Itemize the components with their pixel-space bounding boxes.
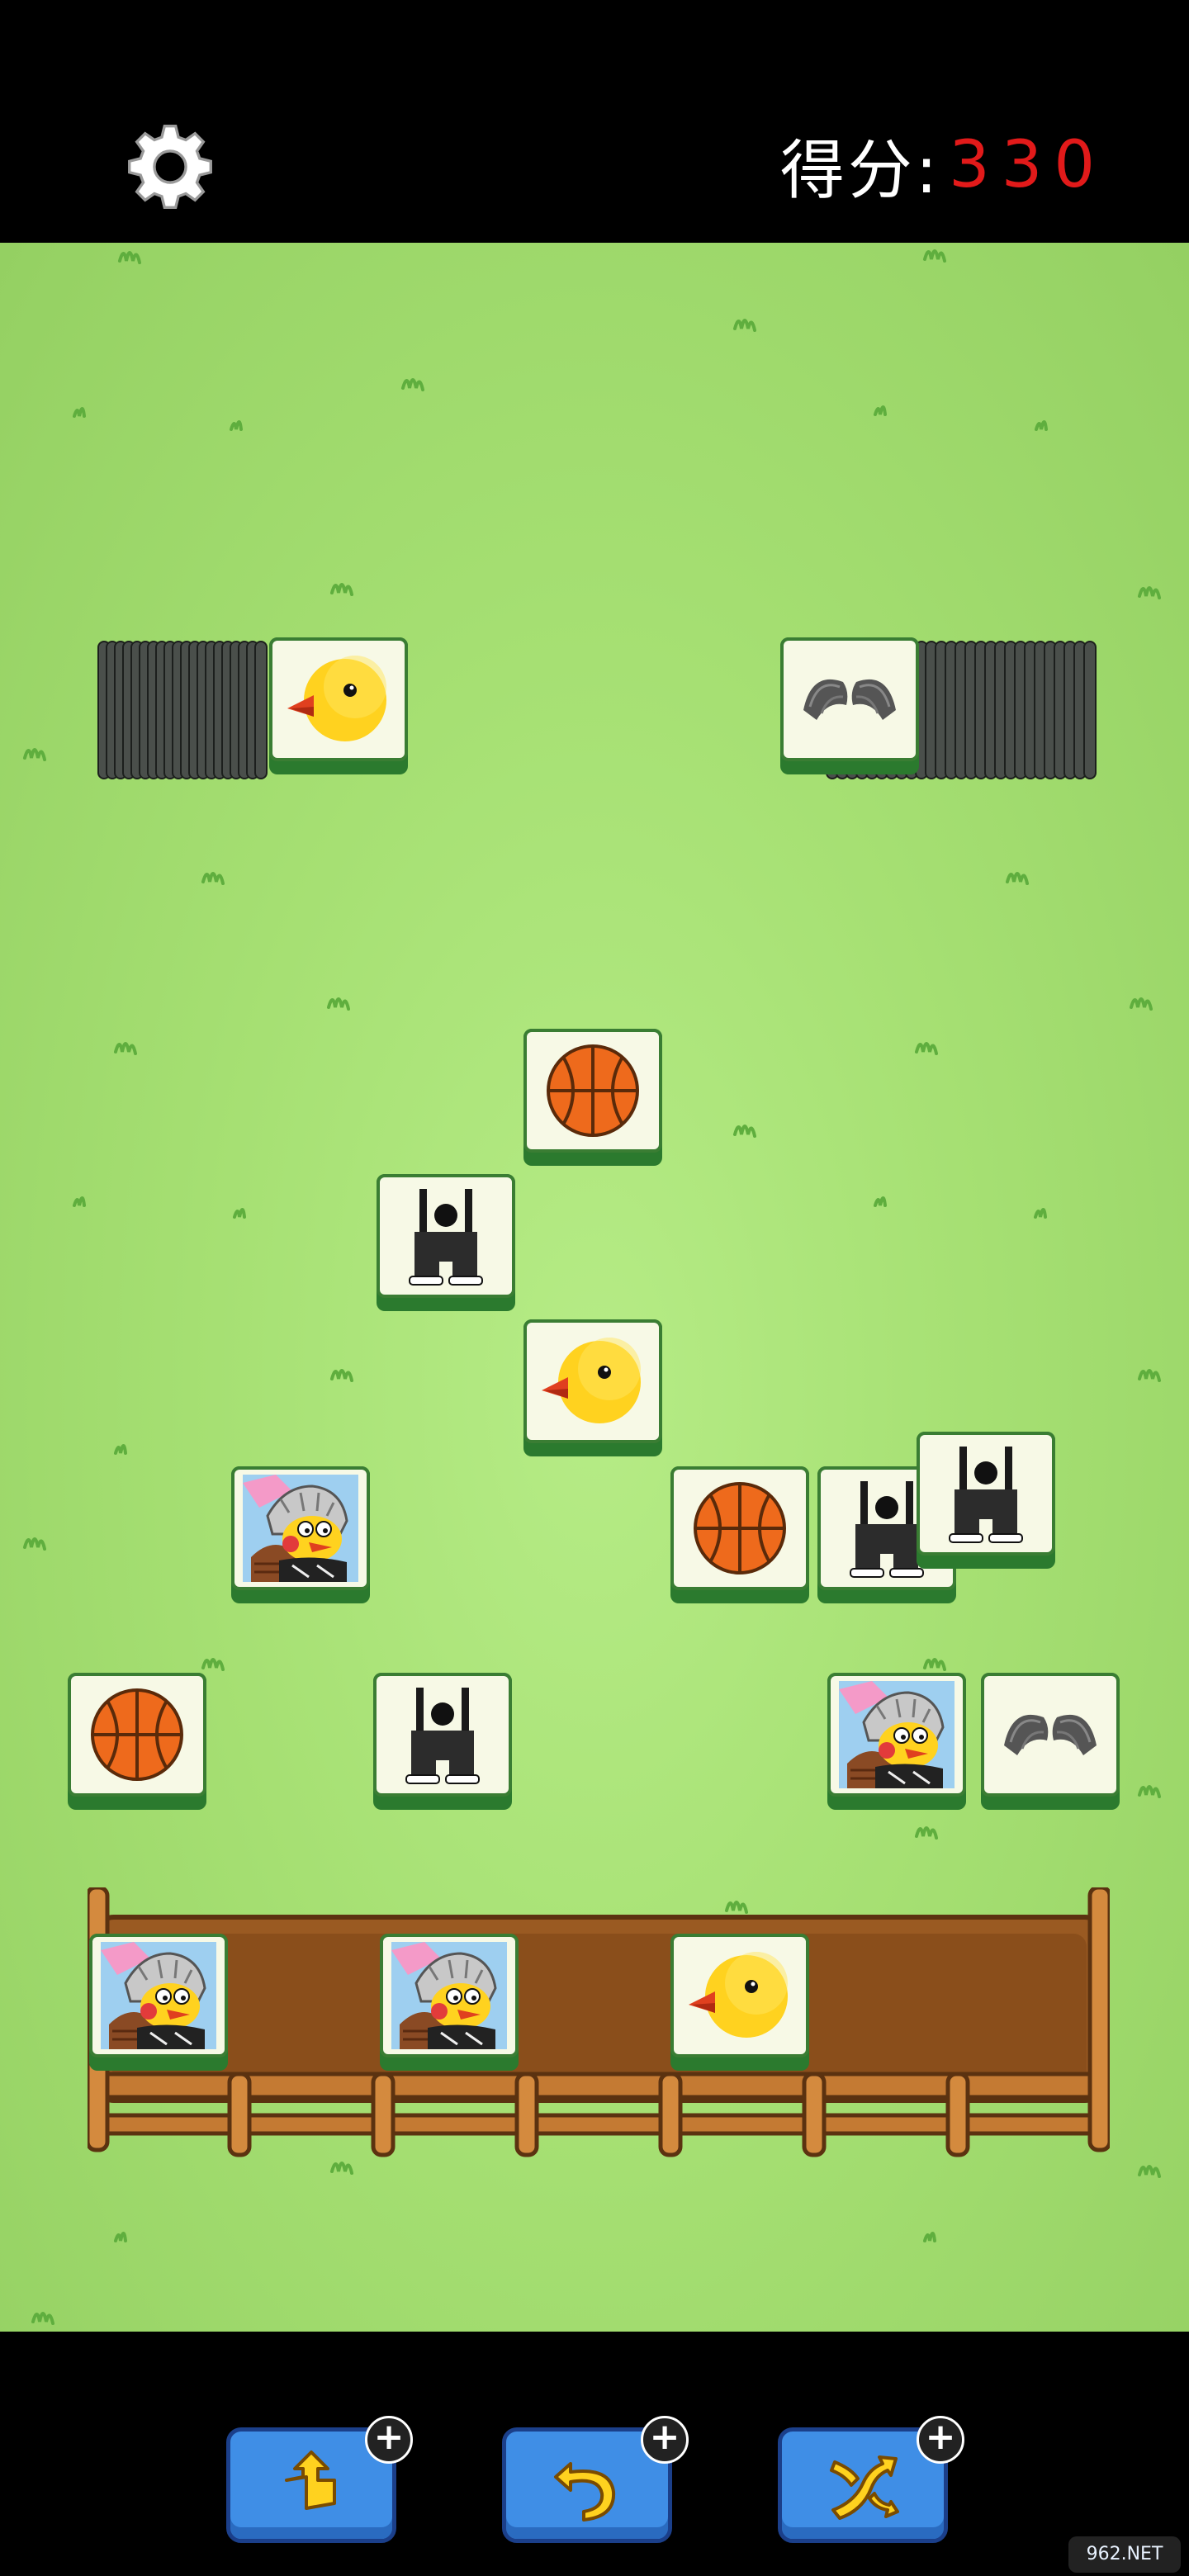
score-label: 得分:: [779, 134, 941, 208]
tile-charm[interactable]: [780, 637, 919, 774]
move-out-button[interactable]: +: [226, 2416, 413, 2551]
chick-icon: [682, 1942, 798, 2049]
add-badge: +: [641, 2416, 689, 2464]
character-icon: [839, 1681, 955, 1788]
tile-overalls[interactable]: [917, 1432, 1055, 1569]
chick-icon: [281, 646, 396, 753]
tray-slot-character: [380, 1934, 519, 2071]
undo-button[interactable]: +: [502, 2416, 689, 2551]
tile-overalls[interactable]: [377, 1174, 515, 1311]
undo-icon: [554, 2462, 616, 2522]
charm-icon: [992, 1681, 1108, 1788]
add-badge: +: [917, 2416, 964, 2464]
gear-icon[interactable]: [124, 121, 216, 213]
tile-charm[interactable]: [981, 1673, 1120, 1810]
watermark-logo: 962.NET: [1068, 2536, 1181, 2573]
tile-chick[interactable]: [523, 1319, 662, 1456]
tile-basketball[interactable]: [670, 1466, 809, 1603]
tile-character[interactable]: [231, 1466, 370, 1603]
score-display: 得分: 330: [780, 124, 1106, 208]
move-out-icon: [285, 2451, 336, 2510]
shuffle-button[interactable]: +: [778, 2416, 964, 2551]
add-badge: +: [365, 2416, 413, 2464]
charm-icon: [792, 646, 907, 753]
overalls-icon: [388, 1182, 504, 1290]
slot-tray: [85, 1885, 1112, 2160]
basketball-icon: [79, 1681, 195, 1788]
tile-basketball[interactable]: [523, 1029, 662, 1166]
character-icon: [101, 1942, 216, 2049]
top-bar: 得分: 330: [0, 0, 1189, 243]
tile-character[interactable]: [827, 1673, 966, 1810]
chick-icon: [535, 1328, 651, 1435]
tile-chick[interactable]: [269, 637, 408, 774]
overalls-icon: [385, 1681, 500, 1788]
score-value: 330: [949, 128, 1106, 202]
basketball-icon: [682, 1475, 798, 1582]
tray-slot-chick: [670, 1934, 809, 2071]
basketball-icon: [535, 1037, 651, 1144]
tile-overalls[interactable]: [373, 1673, 512, 1810]
shuffle-icon: [830, 2455, 899, 2520]
character-icon: [391, 1942, 507, 2049]
tile-basketball[interactable]: [68, 1673, 206, 1810]
overalls-icon: [928, 1440, 1044, 1547]
tray-slot-character: [89, 1934, 228, 2071]
character-icon: [243, 1475, 358, 1582]
